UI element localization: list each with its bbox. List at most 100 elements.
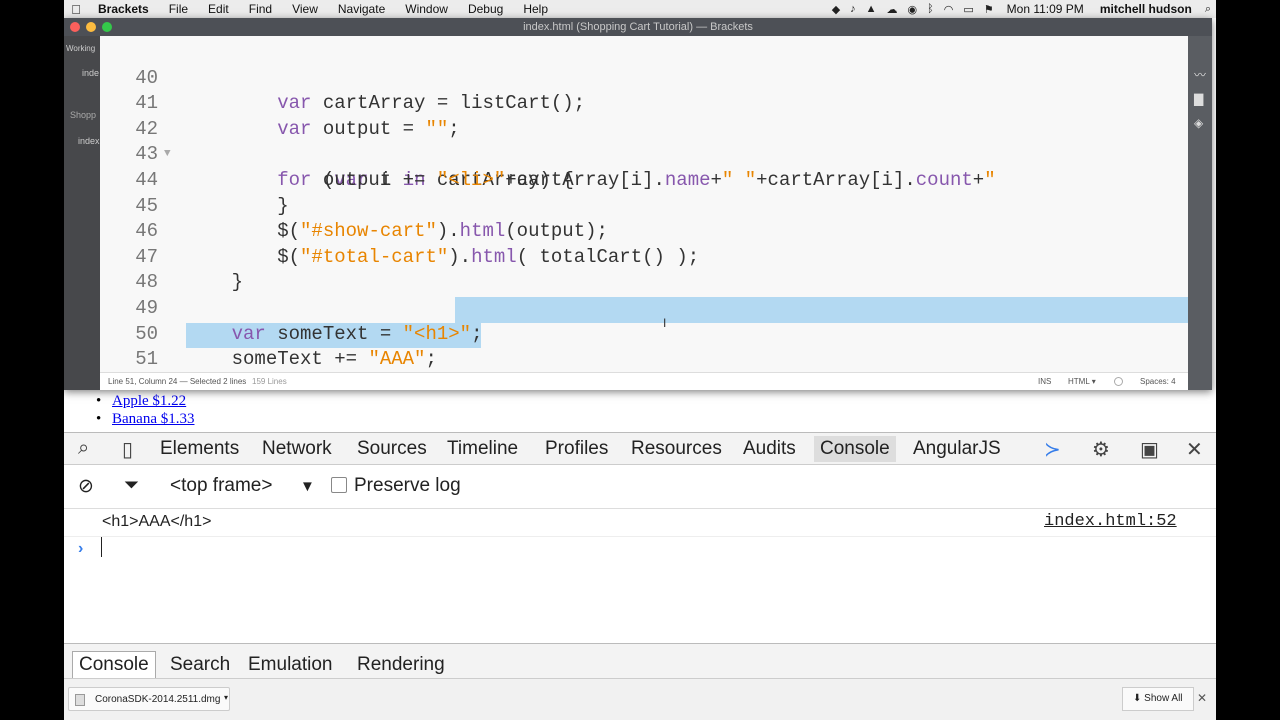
bluetooth-icon[interactable]: ᛒ — [922, 3, 939, 15]
drawer-tab-emulation[interactable]: Emulation — [248, 652, 333, 678]
show-cart-list: Apple $1.22 Banana $1.33 — [96, 392, 195, 428]
extension-manager-icon[interactable]: ▇ — [1194, 92, 1203, 106]
drawer-tab-search[interactable]: Search — [170, 652, 230, 678]
device-mode-icon[interactable]: ▯ — [122, 437, 133, 462]
list-item: Apple $1.22 — [96, 392, 194, 410]
menu-debug[interactable]: Debug — [458, 2, 513, 16]
devtools-tabbar: ⌕ ▯ Elements Network Sources Timeline Pr… — [64, 432, 1216, 465]
code-line: 41 var output = ""; — [100, 66, 1188, 140]
menu-edit[interactable]: Edit — [198, 2, 239, 16]
log-source-link[interactable]: index.html:52 — [1044, 512, 1177, 531]
devtools-panel: ⌕ ▯ Elements Network Sources Timeline Pr… — [64, 432, 1216, 720]
bell-icon[interactable]: ♪ — [845, 3, 861, 15]
code-editor[interactable]: 40 var cartArray = listCart(); 41 var ou… — [100, 36, 1188, 372]
spotlight-search-icon[interactable]: ⌕ — [1200, 3, 1216, 16]
apple-logo-icon[interactable]:  — [64, 2, 88, 17]
window-title: index.html (Shopping Cart Tutorial) — Br… — [523, 21, 753, 33]
list-item: Banana $1.33 — [96, 410, 195, 428]
code-line: 40 var cartArray = listCart(); — [100, 40, 1188, 115]
cursor-position: Line 51, Column 24 — Selected 2 lines — [108, 377, 247, 386]
tab-profiles[interactable]: Profiles — [545, 436, 608, 462]
project-header[interactable]: Shopp — [70, 110, 96, 120]
close-devtools-icon[interactable]: ✕ — [1186, 437, 1203, 462]
mac-menubar:  Brackets File Edit Find View Navigate … — [64, 0, 1216, 18]
line-count: 159 Lines — [252, 377, 287, 386]
wifi-icon[interactable]: ◠ — [939, 3, 959, 16]
drawer-toggle-icon[interactable]: ≻ — [1044, 437, 1061, 462]
cart-item-link[interactable]: Banana $1.33 — [112, 411, 194, 427]
project-file-item[interactable]: index — [78, 136, 100, 146]
drawer-tab-rendering[interactable]: Rendering — [357, 652, 445, 678]
brackets-window: index.html (Shopping Cart Tutorial) — Br… — [64, 18, 1212, 390]
working-files-header: Working — [66, 44, 96, 53]
console-input-caret[interactable] — [101, 537, 102, 557]
minimize-window-icon[interactable] — [86, 22, 96, 32]
tab-sources[interactable]: Sources — [357, 436, 427, 462]
preserve-log-checkbox[interactable] — [331, 477, 347, 493]
code-line: 47 } — [100, 219, 1188, 294]
code-line: 44 } — [100, 142, 1188, 217]
download-item[interactable]: CoronaSDK-2014.2511.dmg ▾ — [68, 687, 230, 711]
menu-view[interactable]: View — [282, 2, 328, 16]
tab-resources[interactable]: Resources — [631, 436, 722, 462]
indent-spaces[interactable]: Spaces: 4 — [1140, 373, 1176, 390]
code-line: 50 someText += "AAA"; — [100, 296, 1188, 371]
code-line: 48 — [100, 245, 1188, 293]
linter-status-icon[interactable] — [1114, 377, 1123, 386]
inspect-search-icon[interactable]: ⌕ — [78, 437, 89, 460]
drawer-tab-console[interactable]: Console — [72, 651, 156, 679]
close-downloads-icon[interactable]: ✕ — [1197, 691, 1207, 705]
tab-console[interactable]: Console — [814, 436, 896, 462]
cart-item-link[interactable]: Apple $1.22 — [112, 393, 186, 409]
menubar-user[interactable]: mitchell hudson — [1092, 2, 1200, 16]
settings-gear-icon[interactable]: ⚙ — [1092, 437, 1110, 462]
layers-icon[interactable]: ◈ — [1194, 116, 1203, 130]
menubar-clock[interactable]: Mon 11:09 PM — [999, 2, 1092, 16]
console-message-row: <h1>AAA</h1> index.html:52 — [64, 509, 1216, 537]
cloud-icon[interactable]: ☁ — [882, 3, 903, 16]
menu-navigate[interactable]: Navigate — [328, 2, 395, 16]
frame-dropdown-icon[interactable]: ▼ — [300, 478, 315, 495]
code-line: 45 $("#show-cart").html(output); — [100, 168, 1188, 243]
project-sidebar: Working inde Shopp index — [64, 36, 100, 390]
tab-elements[interactable]: Elements — [160, 436, 239, 462]
record-icon[interactable]: ◉ — [903, 3, 923, 16]
editor-statusbar: Line 51, Column 24 — Selected 2 lines 15… — [100, 372, 1188, 390]
working-file-item[interactable]: inde — [82, 68, 99, 78]
battery-icon[interactable]: ▭ — [958, 3, 978, 16]
insert-mode-toggle[interactable]: INS — [1038, 373, 1051, 390]
menu-brackets[interactable]: Brackets — [88, 2, 159, 16]
frame-selector[interactable]: <top frame> — [170, 475, 272, 497]
zoom-window-icon[interactable] — [102, 22, 112, 32]
dropbox-icon[interactable]: ◆ — [827, 3, 845, 16]
code-line: 49 var someText = "<h1>"; — [100, 270, 1188, 345]
tab-timeline[interactable]: Timeline — [447, 436, 518, 462]
clear-console-icon[interactable]: ⊘ — [78, 475, 94, 498]
download-menu-arrow-icon[interactable]: ▾ — [224, 693, 228, 702]
flag-icon[interactable]: ⚑ — [979, 3, 999, 16]
code-line: 52 console.log(someText); — [100, 347, 1188, 372]
preserve-log-label: Preserve log — [354, 475, 461, 496]
download-arrow-icon: ⬇ — [1133, 693, 1145, 704]
close-window-icon[interactable] — [70, 22, 80, 32]
window-titlebar[interactable]: index.html (Shopping Cart Tutorial) — Br… — [64, 18, 1212, 36]
tab-network[interactable]: Network — [262, 436, 332, 462]
drive-icon[interactable]: ▲ — [861, 3, 882, 15]
live-preview-icon[interactable]: 〰 — [1194, 66, 1206, 83]
menu-help[interactable]: Help — [513, 2, 558, 16]
menu-find[interactable]: Find — [239, 2, 282, 16]
menu-window[interactable]: Window — [395, 2, 458, 16]
dock-side-icon[interactable]: ▣ — [1140, 437, 1159, 462]
code-line: 43 output += "<li>"+cartArray[i].name+" … — [100, 117, 1188, 191]
code-line: 42 ▼ for (var i in cartArray) { — [100, 91, 1188, 191]
show-all-downloads-button[interactable]: ⬇ Show All — [1122, 687, 1194, 711]
console-toolbar: ⊘ ⏷ <top frame> ▼ Preserve log — [64, 465, 1216, 509]
console-prompt-icon: › — [78, 540, 84, 557]
filter-icon[interactable]: ⏷ — [124, 475, 139, 497]
code-line: 46 $("#total-cart").html( totalCart() ); — [100, 194, 1188, 268]
tab-angularjs[interactable]: AngularJS — [913, 436, 1001, 462]
language-select[interactable]: HTML ▾ — [1068, 373, 1096, 390]
menu-file[interactable]: File — [159, 2, 198, 16]
extension-toolbar: 〰 ▇ ◈ — [1188, 36, 1212, 390]
tab-audits[interactable]: Audits — [743, 436, 796, 462]
